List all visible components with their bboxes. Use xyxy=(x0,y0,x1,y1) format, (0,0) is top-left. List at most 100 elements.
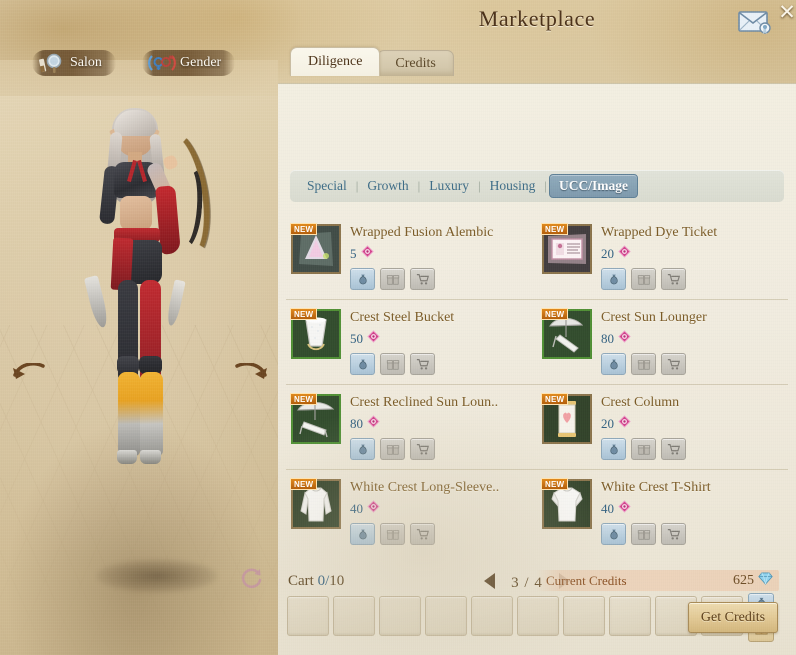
item-thumbnail-wrap[interactable]: NEW xyxy=(290,478,341,529)
item-name: Crest Sun Lounger xyxy=(601,310,707,325)
triangle-left-icon[interactable] xyxy=(483,572,497,595)
shopping-cart-icon[interactable] xyxy=(661,353,686,375)
cart-text: Cart xyxy=(288,573,314,589)
shopping-cart-icon[interactable] xyxy=(661,523,686,545)
item-price-value: 40 xyxy=(601,500,614,516)
cart-slot[interactable] xyxy=(287,596,329,636)
shopping-cart-icon[interactable] xyxy=(410,438,435,460)
item-card-crest-column[interactable]: NEW Crest Column 20 xyxy=(537,385,788,469)
item-grid: NEW Wrapped Fusion Alembic 5 NEW Wrapped… xyxy=(286,215,788,560)
item-card-wrapped-fusion-alembic[interactable]: NEW Wrapped Fusion Alembic 5 xyxy=(286,215,537,299)
money-bag-icon[interactable] xyxy=(350,438,375,460)
tab-diligence[interactable]: Diligence xyxy=(290,47,381,76)
subnav-item-growth[interactable]: Growth xyxy=(360,178,415,194)
item-info: Crest Column 20 xyxy=(592,394,788,469)
mail-envelope-icon[interactable] xyxy=(738,8,772,36)
salon-button[interactable]: Salon xyxy=(32,50,116,76)
money-bag-icon[interactable] xyxy=(601,353,626,375)
item-price: 5 xyxy=(350,245,537,262)
new-badge: NEW xyxy=(541,478,569,490)
get-credits-button[interactable]: Get Credits xyxy=(688,602,778,633)
gift-box-icon[interactable] xyxy=(631,353,656,375)
gift-box-icon[interactable] xyxy=(380,438,405,460)
cart-slot[interactable] xyxy=(425,596,467,636)
item-price: 20 xyxy=(601,415,788,432)
item-thumbnail-wrap[interactable]: NEW xyxy=(541,308,592,359)
gift-box-icon[interactable] xyxy=(380,353,405,375)
credits-amount: 625 xyxy=(733,572,754,588)
item-price: 50 xyxy=(350,330,537,347)
subnav-item-special[interactable]: Special xyxy=(300,178,354,194)
gift-box-icon[interactable] xyxy=(631,523,656,545)
cart-slot[interactable] xyxy=(333,596,375,636)
money-bag-icon[interactable] xyxy=(601,438,626,460)
cart-slot[interactable] xyxy=(379,596,421,636)
item-card-white-crest-long-sleeve[interactable]: NEW White Crest Long-Sleeve.. 40 xyxy=(286,470,537,555)
shopping-cart-icon[interactable] xyxy=(410,353,435,375)
money-bag-icon[interactable] xyxy=(350,523,375,545)
rotate-left-arrow-icon[interactable] xyxy=(12,362,46,389)
item-row: NEW Crest Steel Bucket 50 NEW Crest Sun … xyxy=(286,300,788,385)
item-thumbnail-wrap[interactable]: NEW xyxy=(541,223,592,274)
item-card-white-crest-t-shirt[interactable]: NEW White Crest T-Shirt 40 xyxy=(537,470,788,555)
shopping-cart-icon[interactable] xyxy=(410,268,435,290)
item-actions xyxy=(350,268,537,290)
diligence-gem-icon xyxy=(618,500,631,517)
item-card-crest-sun-lounger[interactable]: NEW Crest Sun Lounger 80 xyxy=(537,300,788,384)
gift-box-icon[interactable] xyxy=(380,268,405,290)
gender-button[interactable]: Gender xyxy=(142,50,236,76)
money-bag-icon[interactable] xyxy=(601,268,626,290)
cart-slot[interactable] xyxy=(609,596,651,636)
gift-box-icon[interactable] xyxy=(380,523,405,545)
character-model[interactable] xyxy=(83,104,219,584)
subnav-item-luxury[interactable]: Luxury xyxy=(422,178,476,194)
tab-credits-label: Credits xyxy=(395,55,436,71)
money-bag-icon[interactable] xyxy=(601,523,626,545)
shopping-cart-icon[interactable] xyxy=(661,268,686,290)
item-thumbnail-wrap[interactable]: NEW xyxy=(290,393,341,444)
subnav-separator: | xyxy=(477,178,481,193)
gift-box-icon[interactable] xyxy=(631,438,656,460)
item-name: White Crest Long-Sleeve.. xyxy=(350,480,500,495)
item-price: 40 xyxy=(601,500,788,517)
item-card-crest-reclined-sun-lounger[interactable]: NEW Crest Reclined Sun Loun.. 80 xyxy=(286,385,537,469)
character-foot-left xyxy=(117,450,137,464)
item-actions xyxy=(350,523,537,545)
item-thumbnail-wrap[interactable]: NEW xyxy=(290,223,341,274)
diligence-gem-icon xyxy=(618,415,631,432)
rotate-right-arrow-icon[interactable] xyxy=(234,362,268,389)
comb-mirror-icon xyxy=(38,52,66,74)
subnav-item-housing[interactable]: Housing xyxy=(483,178,543,194)
item-card-wrapped-dye-ticket[interactable]: NEW Wrapped Dye Ticket 20 xyxy=(537,215,788,299)
item-thumbnail-wrap[interactable]: NEW xyxy=(541,478,592,529)
item-thumbnail-wrap[interactable]: NEW xyxy=(541,393,592,444)
money-bag-icon[interactable] xyxy=(350,353,375,375)
item-name: Wrapped Fusion Alembic xyxy=(350,225,494,240)
cart-slot[interactable] xyxy=(517,596,559,636)
gift-box-icon[interactable] xyxy=(631,268,656,290)
marketplace-panel: Marketplace ✕ Diligence Credits Special … xyxy=(278,0,796,655)
item-info: White Crest Long-Sleeve.. 40 xyxy=(341,479,537,555)
page-title: Marketplace xyxy=(478,6,596,31)
character-preview-pane[interactable]: Salon Gender xyxy=(0,0,278,655)
tab-credits[interactable]: Credits xyxy=(377,50,454,76)
item-card-crest-steel-bucket[interactable]: NEW Crest Steel Bucket 50 xyxy=(286,300,537,384)
reset-rotation-icon[interactable] xyxy=(240,566,264,590)
money-bag-icon[interactable] xyxy=(350,268,375,290)
item-info: Crest Sun Lounger 80 xyxy=(592,309,788,384)
close-x-icon[interactable]: ✕ xyxy=(776,2,796,24)
item-price-value: 20 xyxy=(601,245,614,261)
diligence-gem-icon xyxy=(360,245,374,262)
item-row: NEW Crest Reclined Sun Loun.. 80 NEW Cre… xyxy=(286,385,788,470)
subnav-item-ucc-image[interactable]: UCC/Image xyxy=(548,174,638,198)
shopping-cart-icon[interactable] xyxy=(661,438,686,460)
cart-slot[interactable] xyxy=(563,596,605,636)
new-badge: NEW xyxy=(541,393,569,405)
item-thumbnail-wrap[interactable]: NEW xyxy=(290,308,341,359)
item-price-value: 80 xyxy=(601,330,614,346)
shopping-cart-icon[interactable] xyxy=(410,523,435,545)
current-credits-bar: Current Credits 625 xyxy=(536,570,779,591)
item-info: Crest Reclined Sun Loun.. 80 xyxy=(341,394,537,469)
cart-slot[interactable] xyxy=(471,596,513,636)
new-badge: NEW xyxy=(290,308,318,320)
